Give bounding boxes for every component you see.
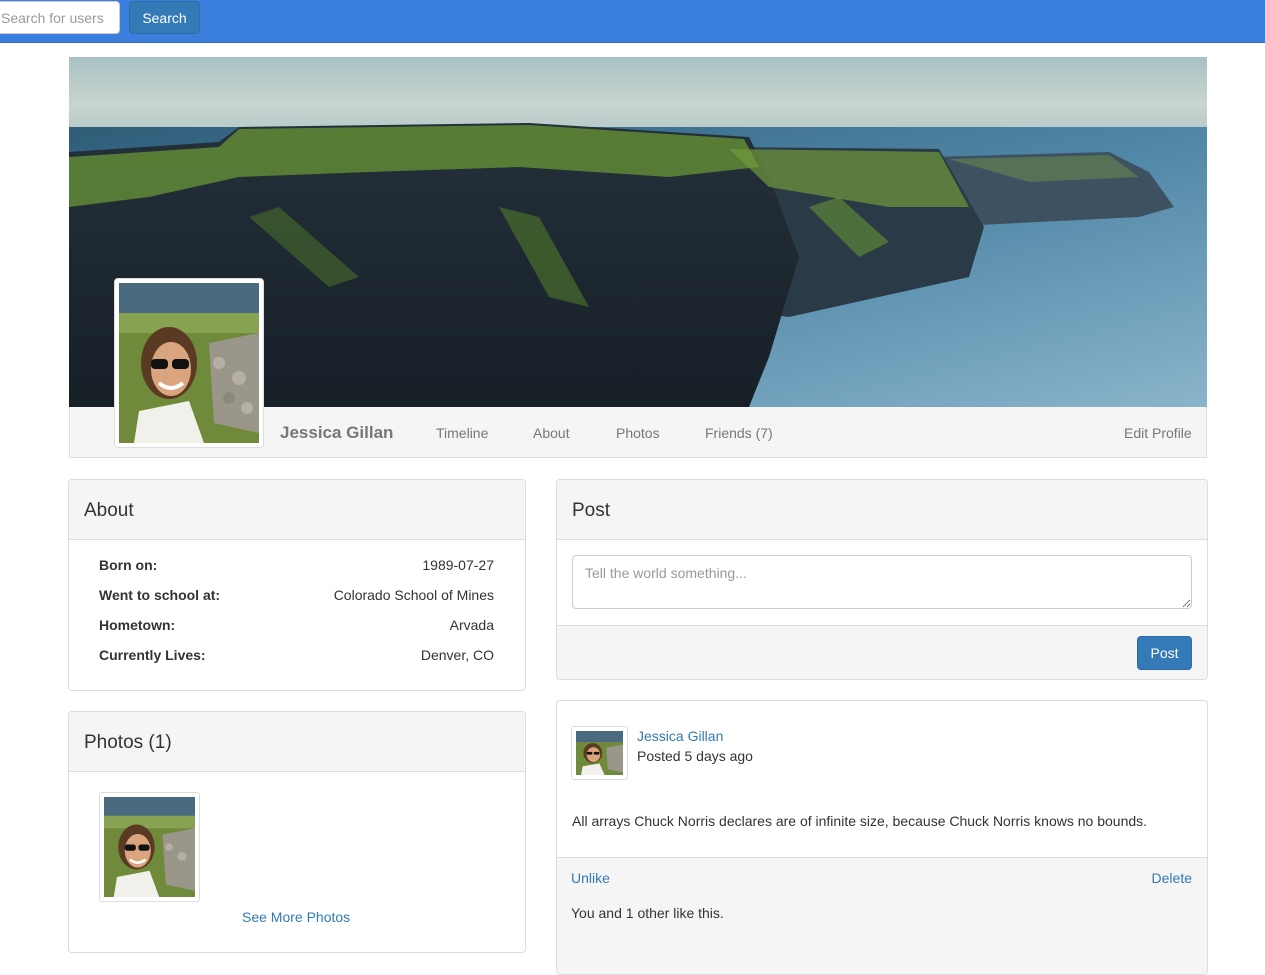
post-footer: Unlike Delete You and 1 other like this. <box>557 857 1207 974</box>
avatar-image <box>119 283 259 443</box>
post-author-link[interactable]: Jessica Gillan <box>637 728 723 744</box>
tab-about[interactable]: About <box>533 425 570 441</box>
post-composer-panel: Post Post <box>556 479 1208 680</box>
tab-photos[interactable]: Photos <box>616 425 660 441</box>
photo-image <box>104 797 195 897</box>
about-row: Went to school at: Colorado School of Mi… <box>99 587 494 607</box>
delete-link[interactable]: Delete <box>1152 870 1192 886</box>
photo-thumbnail[interactable] <box>99 792 200 902</box>
top-navbar: Search <box>0 0 1265 43</box>
feed-post-panel: Jessica Gillan Posted 5 days ago All arr… <box>556 700 1208 975</box>
about-label: Born on: <box>99 557 158 573</box>
about-value: Colorado School of Mines <box>333 587 494 603</box>
post-timestamp: Posted 5 days ago <box>637 748 753 764</box>
about-label: Hometown: <box>99 617 176 633</box>
user-search-input[interactable] <box>0 1 120 34</box>
tab-friends[interactable]: Friends (7) <box>705 425 773 441</box>
about-row: Currently Lives: Denver, CO <box>99 647 494 667</box>
post-button[interactable]: Post <box>1137 636 1192 670</box>
about-label: Went to school at: <box>99 587 221 603</box>
about-label: Currently Lives: <box>99 647 206 663</box>
likes-summary: You and 1 other like this. <box>571 905 724 921</box>
unlike-link[interactable]: Unlike <box>571 870 610 886</box>
profile-name: Jessica Gillan <box>280 423 394 442</box>
post-body-text: All arrays Chuck Norris declares are of … <box>572 813 1148 829</box>
about-value: 1989-07-27 <box>422 557 494 573</box>
edit-profile-link[interactable]: Edit Profile <box>1124 425 1192 441</box>
search-button[interactable]: Search <box>129 1 200 34</box>
about-heading: About <box>69 480 525 540</box>
about-panel: About Born on: 1989-07-27 Went to school… <box>68 479 526 691</box>
see-more-photos-link[interactable]: See More Photos <box>242 909 350 925</box>
about-value: Denver, CO <box>420 647 494 663</box>
photos-panel: Photos (1) See More Photos <box>68 711 526 953</box>
avatar-image <box>576 731 623 775</box>
post-composer-footer: Post <box>557 625 1207 679</box>
photos-heading: Photos (1) <box>69 712 525 772</box>
about-row: Born on: 1989-07-27 <box>99 557 494 577</box>
profile-picture[interactable] <box>114 278 264 448</box>
tab-timeline[interactable]: Timeline <box>436 425 488 441</box>
post-heading: Post <box>557 480 1207 540</box>
post-author-avatar[interactable] <box>571 726 628 780</box>
about-row: Hometown: Arvada <box>99 617 494 637</box>
about-value: Arvada <box>449 617 494 633</box>
post-textarea[interactable] <box>572 555 1192 609</box>
